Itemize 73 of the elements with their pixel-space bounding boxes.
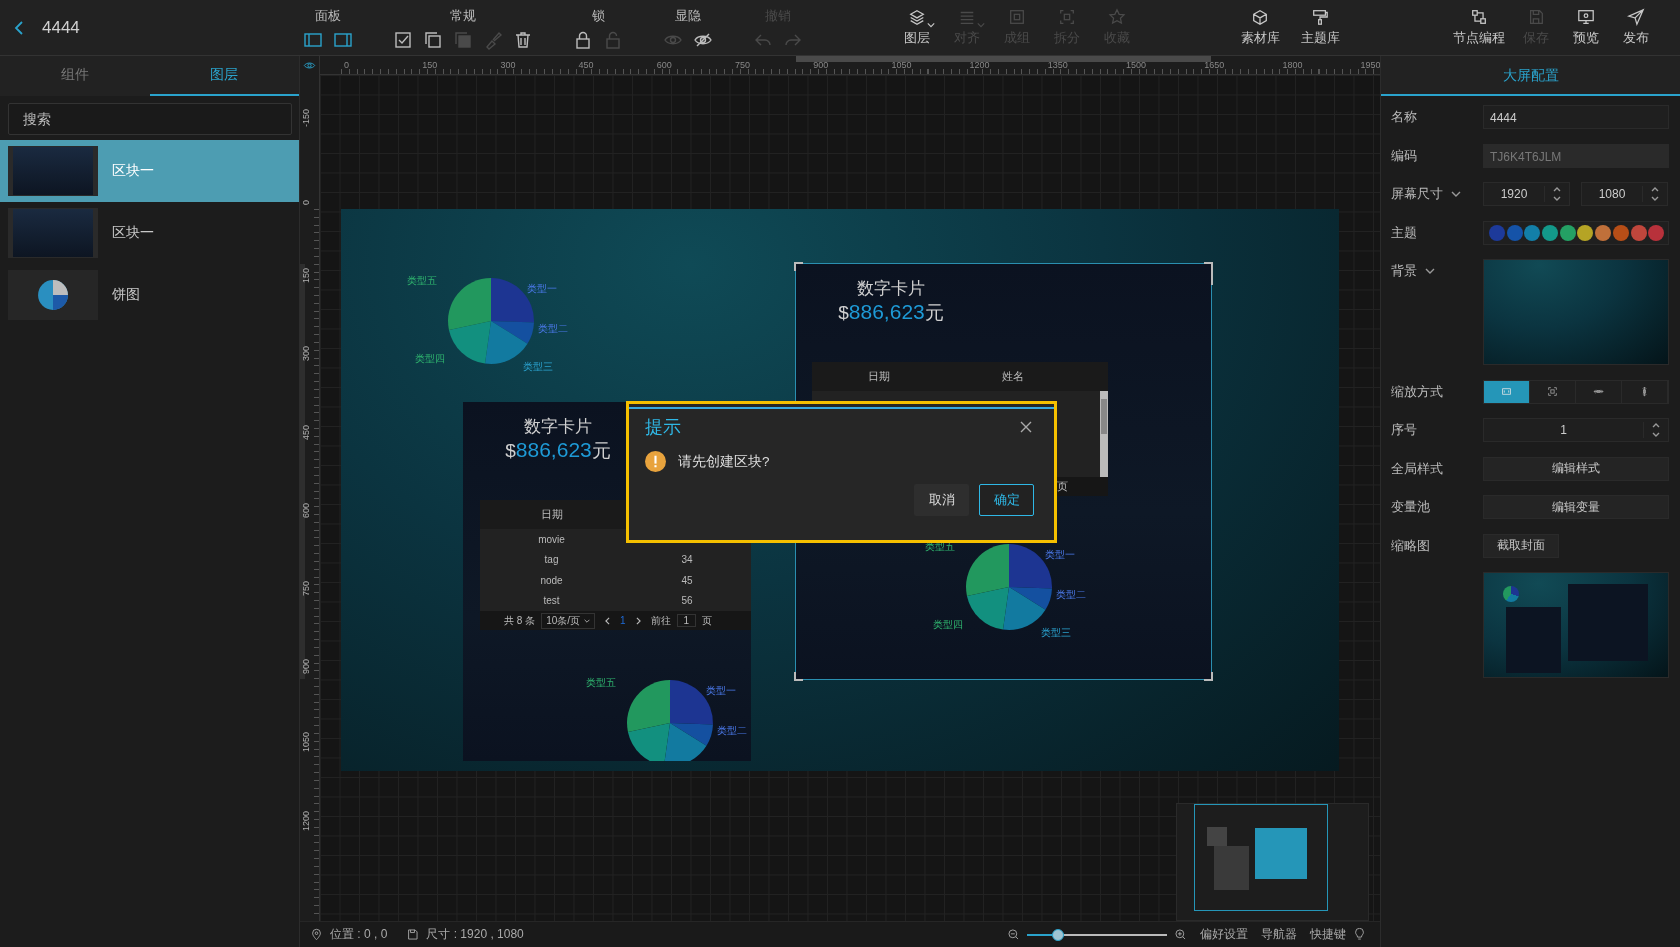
field-label: 编码: [1391, 147, 1417, 165]
position-readout: 位置 : 0 , 0: [330, 926, 388, 943]
ruler-label: 450: [301, 424, 312, 440]
toolbar-group-title: 显隐: [675, 8, 701, 25]
ruler-label: 1050: [301, 732, 312, 753]
pie-label: 类型二: [1056, 589, 1086, 601]
table-header: 日期: [867, 369, 891, 384]
card-amount: $886,623元: [505, 438, 611, 463]
ruler-label: 600: [301, 502, 312, 518]
goto-label: 前往: [650, 613, 671, 628]
ruler-label: -150: [301, 108, 312, 127]
ruler-label: 1500: [1126, 60, 1147, 70]
ruler-label: 0: [301, 200, 312, 205]
table-cell-text: tag: [543, 554, 560, 566]
panel-heading: 大屏配置: [1381, 56, 1680, 96]
ruler-label: 1200: [969, 60, 990, 70]
ruler-label: 1350: [1047, 60, 1068, 70]
ruler-label: 300: [500, 60, 516, 70]
ruler-label: 1650: [1204, 60, 1225, 70]
table-header: 姓名: [1001, 369, 1025, 384]
table-cell-text: 56: [680, 595, 694, 607]
card-title: 数字卡片: [524, 416, 592, 438]
pie-label: 类型五: [407, 275, 437, 287]
ruler-label: 300: [301, 346, 312, 362]
ruler-label: 1200: [301, 810, 312, 831]
dialog-title: 提示: [645, 416, 681, 439]
pie-label: 类型一: [1045, 549, 1075, 561]
table-cell-text: movie: [537, 533, 566, 545]
page-unit: 页: [1057, 479, 1068, 494]
ruler-label: 150: [422, 60, 438, 70]
pie-label: 类型四: [933, 619, 963, 631]
card-amount: $886,623元: [838, 300, 944, 325]
ruler-label: 450: [578, 60, 594, 70]
pie-label: 类型四: [415, 353, 445, 365]
table-cell-text: test: [542, 595, 561, 607]
page-unit: 页: [702, 613, 713, 628]
field-label: 缩略图: [1391, 537, 1430, 555]
ruler-label: 750: [301, 580, 312, 596]
table-cell-text: node: [539, 574, 564, 586]
field-label: 变量池: [1391, 499, 1430, 516]
card-title: 数字卡片: [857, 278, 925, 300]
field-label: 序号: [1391, 422, 1417, 439]
toolbar-group-title: 锁: [591, 8, 605, 25]
table-cell-text: 45: [680, 574, 694, 586]
ruler-label: 900: [813, 60, 829, 70]
ruler-label: 600: [656, 60, 672, 70]
field-label: 名称: [1391, 109, 1417, 126]
pie-label: 类型五: [586, 677, 616, 689]
total-count: 共 8 条: [504, 613, 536, 628]
table-header: 日期: [539, 507, 564, 522]
toolbar-group-title: 面板: [315, 8, 341, 25]
pie-label: 类型一: [706, 685, 736, 697]
field-label: 缩放方式: [1391, 383, 1443, 401]
toolbar-group-title: 常规: [450, 8, 476, 25]
ruler-label: 1050: [891, 60, 912, 70]
ruler-label: 0: [344, 60, 349, 70]
ruler-label: 750: [735, 60, 751, 70]
field-label: 全局样式: [1391, 460, 1443, 478]
field-label: 屏幕尺寸: [1391, 186, 1443, 203]
ruler-label: 900: [301, 659, 312, 675]
size-readout: 尺寸 : 1920 , 1080: [426, 926, 524, 943]
field-label: 背景: [1391, 263, 1417, 280]
pie-label: 类型三: [523, 361, 553, 373]
ruler-label: 1950: [1360, 60, 1380, 70]
project-title: 4444: [42, 17, 80, 38]
pie-label: 类型一: [527, 283, 557, 295]
ruler-label: 150: [301, 268, 312, 284]
pie-label: 类型二: [717, 725, 747, 737]
pie-label: 类型三: [1041, 627, 1071, 639]
ruler-label: 1800: [1282, 60, 1303, 70]
field-label: 主题: [1391, 224, 1417, 242]
pie-label: 类型二: [538, 323, 568, 335]
table-cell-text: 34: [680, 554, 694, 566]
